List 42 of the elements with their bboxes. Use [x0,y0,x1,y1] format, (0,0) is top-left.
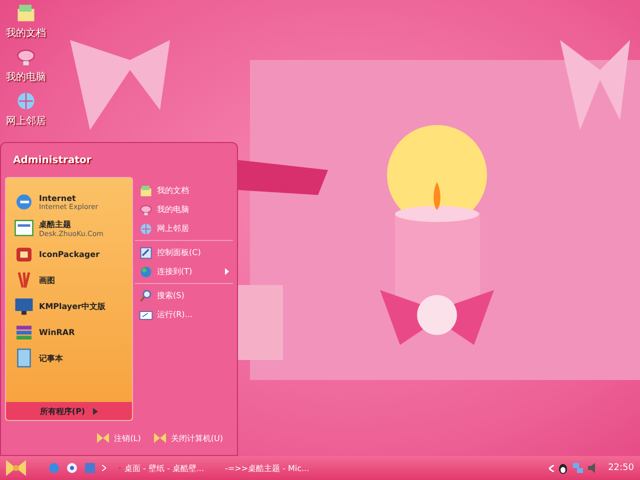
menu-item[interactable]: 我的文档 [135,181,233,200]
arrow-icon [93,408,98,414]
log-off-button[interactable]: 注销(L) [96,432,141,444]
notepad-icon [14,348,34,368]
menu-item[interactable]: 网上邻居 [135,219,233,238]
desktop-shortcut[interactable]: 网上邻居 [6,90,46,128]
shut-down-button[interactable]: 关闭计算机(U) [152,432,223,444]
desktop-shortcut[interactable]: 我的文档 [6,2,46,40]
chevron-icon[interactable] [102,465,106,471]
program-item[interactable]: 画图 [14,268,132,292]
globe-icon [139,264,153,278]
menu-item[interactable]: 运行(R)... [135,305,233,324]
menu-item[interactable]: 连接到(T) [135,262,233,281]
chevron-icon[interactable] [549,464,554,472]
clock: 22:50 [608,463,634,473]
user-name: Administrator [12,154,92,168]
folder-icon [139,184,153,198]
monitor-icon [14,296,34,316]
menu-item[interactable]: 我的电脑 [135,200,233,219]
webpage-icon [14,218,34,238]
folder-icon [15,2,37,24]
globe-icon [15,90,37,112]
program-item[interactable]: 记事本 [14,346,132,370]
menu-item[interactable]: 控制面板(C) [135,243,233,262]
bow-icon [152,432,167,444]
bow-icon [96,432,110,444]
all-programs-button[interactable]: 所有程序(P) [6,402,132,420]
program-item[interactable]: KMPlayer中文版 [14,294,132,318]
computer-icon [139,202,153,216]
desktop-shortcut[interactable]: 我的电脑 [6,46,46,84]
start-button[interactable] [4,458,28,478]
globe-icon [139,222,153,236]
program-item[interactable]: WinRAR [14,320,132,344]
taskbar-button[interactable]: -=>>桌酷主题 - Mic... [216,462,314,474]
media-icon[interactable] [66,462,78,474]
program-item[interactable]: IconPackager [14,242,132,266]
control-panel-icon [139,246,153,260]
penguin-icon[interactable] [557,462,570,474]
taskbar-button[interactable]: 桌面 - 壁纸 - 桌酷壁... [112,462,210,474]
arrow-icon [225,268,229,275]
search-icon [139,288,153,302]
menu-item[interactable]: 搜索(S) [135,286,233,305]
